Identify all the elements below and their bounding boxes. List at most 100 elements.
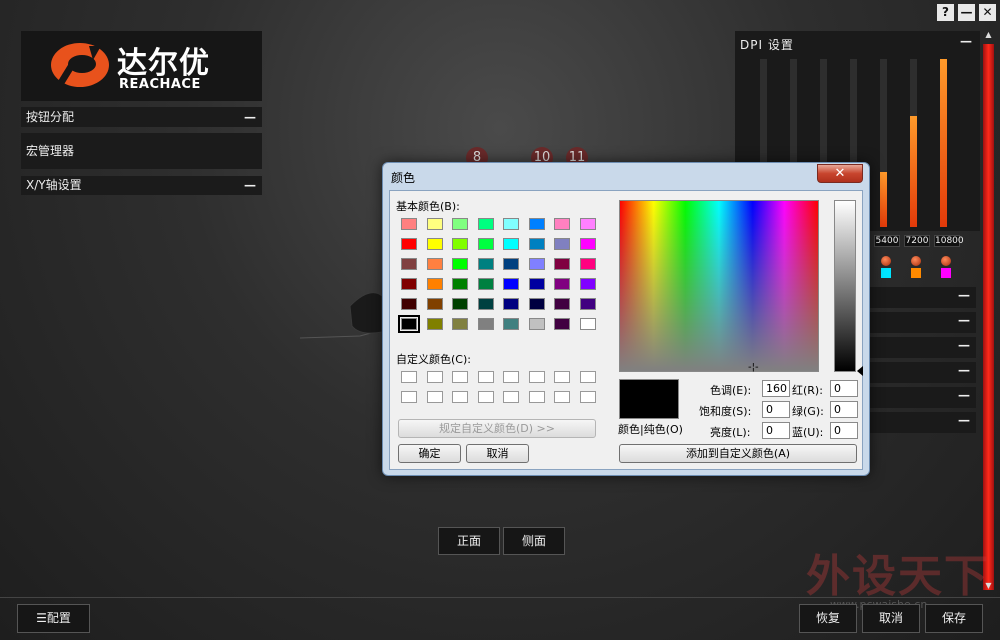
basic-color-swatch[interactable] [452,318,468,330]
custom-color-swatch[interactable] [452,371,468,383]
basic-color-swatch[interactable] [579,298,596,310]
custom-color-swatch[interactable] [503,391,519,403]
basic-color-swatch[interactable] [452,218,468,230]
section-xy-axis[interactable]: X/Y轴设置 — [21,176,262,195]
basic-color-swatch[interactable] [452,298,468,310]
basic-color-swatch[interactable] [426,278,443,290]
custom-color-swatch[interactable] [477,391,494,403]
basic-color-swatch[interactable] [579,258,596,270]
basic-color-swatch[interactable] [398,315,420,333]
dpi-indicator-icon[interactable] [941,256,951,266]
basic-color-swatch[interactable] [554,258,570,270]
help-button[interactable]: ? [937,4,954,21]
settings-row[interactable]: — [870,312,976,333]
basic-color-swatch[interactable] [503,298,519,310]
basic-color-swatch[interactable] [401,278,417,290]
front-view-button[interactable]: 正面 [438,527,500,555]
basic-color-swatch[interactable] [579,278,596,290]
basic-color-swatch[interactable] [401,238,417,250]
basic-color-swatch[interactable] [452,238,468,250]
blue-field[interactable]: 0 [830,422,858,439]
dpi-color-swatch[interactable] [941,268,951,278]
collapse-icon[interactable]: — [958,363,970,377]
collapse-icon[interactable]: — [958,288,970,302]
basic-color-swatch[interactable] [426,318,443,330]
cancel-button[interactable]: 取消 [862,604,920,633]
basic-color-swatch[interactable] [452,278,468,290]
collapse-icon[interactable]: — [958,313,970,327]
collapse-icon[interactable]: — [958,388,970,402]
settings-row[interactable]: — [870,362,976,383]
collapse-icon[interactable]: — [244,176,256,195]
basic-color-swatch[interactable] [528,298,545,310]
basic-color-swatch[interactable] [426,218,443,230]
basic-color-swatch[interactable] [503,278,519,290]
dpi-color-swatch[interactable] [911,268,921,278]
basic-color-swatch[interactable] [554,278,570,290]
basic-color-swatch[interactable] [579,318,596,330]
saturation-field[interactable]: 0 [762,401,790,418]
scroll-up-icon[interactable]: ▲ [983,30,994,42]
dialog-cancel-button[interactable]: 取消 [466,444,529,463]
basic-color-swatch[interactable] [477,258,494,270]
luminance-field[interactable]: 0 [762,422,790,439]
basic-color-swatch[interactable] [503,258,519,270]
basic-color-swatch[interactable] [579,218,596,230]
collapse-icon[interactable]: — [244,107,256,127]
settings-row[interactable]: — [870,287,976,308]
basic-color-swatch[interactable] [426,258,443,270]
collapse-icon[interactable]: — [958,413,970,427]
basic-color-swatch[interactable] [503,238,519,250]
dpi-slider[interactable] [940,59,947,227]
custom-color-swatch[interactable] [528,391,545,403]
basic-color-swatch[interactable] [401,218,417,230]
minimize-button[interactable]: — [958,4,975,21]
custom-color-swatch[interactable] [579,391,596,403]
basic-color-swatch[interactable] [477,278,494,290]
basic-color-swatch[interactable] [477,318,494,330]
custom-color-swatch[interactable] [401,371,417,383]
custom-color-swatch[interactable] [554,391,570,403]
custom-color-swatch[interactable] [554,371,570,383]
dpi-slider[interactable] [910,59,917,227]
basic-color-swatch[interactable] [503,318,519,330]
restore-button[interactable]: 恢复 [799,604,857,633]
add-custom-color-button[interactable]: 添加到自定义颜色(A) [619,444,857,463]
collapse-icon[interactable]: — [960,34,972,48]
basic-color-swatch[interactable] [477,238,494,250]
settings-row[interactable]: — [870,387,976,408]
basic-color-swatch[interactable] [477,218,494,230]
scrollbar[interactable] [983,44,994,590]
basic-color-swatch[interactable] [401,258,417,270]
close-button[interactable]: ✕ [979,4,996,21]
config-button[interactable]: ☰配置 [17,604,90,633]
basic-color-swatch[interactable] [554,318,570,330]
basic-color-swatch[interactable] [477,298,494,310]
custom-color-swatch[interactable] [477,371,494,383]
luminance-arrow-icon[interactable] [857,366,863,376]
custom-color-swatch[interactable] [426,371,443,383]
side-view-button[interactable]: 侧面 [503,527,565,555]
settings-row[interactable]: — [870,337,976,358]
basic-color-swatch[interactable] [554,238,570,250]
basic-color-swatch[interactable] [528,318,545,330]
dpi-indicator-icon[interactable] [881,256,891,266]
basic-color-swatch[interactable] [554,298,570,310]
basic-color-swatch[interactable] [528,258,545,270]
dpi-indicator-icon[interactable] [911,256,921,266]
basic-color-swatch[interactable] [452,258,468,270]
basic-color-swatch[interactable] [528,278,545,290]
define-custom-colors-button[interactable]: 规定自定义颜色(D) >> [398,419,596,438]
green-field[interactable]: 0 [830,401,858,418]
section-button-assign[interactable]: 按钮分配 — [21,107,262,127]
custom-color-swatch[interactable] [579,371,596,383]
basic-color-swatch[interactable] [426,298,443,310]
custom-color-swatch[interactable] [452,391,468,403]
settings-row[interactable]: — [870,412,976,433]
red-field[interactable]: 0 [830,380,858,397]
basic-color-swatch[interactable] [528,218,545,230]
custom-color-swatch[interactable] [426,391,443,403]
dpi-slider[interactable] [880,59,887,227]
dpi-color-swatch[interactable] [881,268,891,278]
basic-color-swatch[interactable] [554,218,570,230]
